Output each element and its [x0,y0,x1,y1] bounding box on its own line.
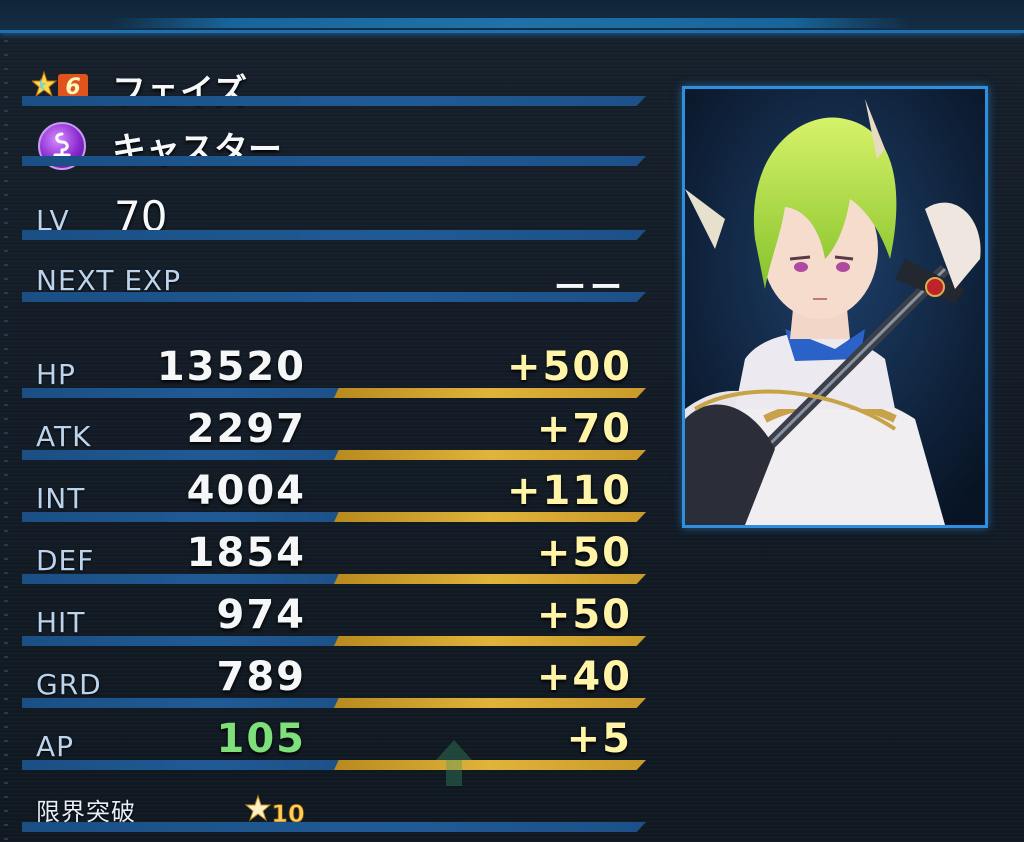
stat-row-int: INT 4004 +110 [0,468,660,524]
limit-break-underline [22,822,646,832]
stat-bonus: +70 [536,406,632,452]
stat-label: GRD [36,668,102,701]
stat-value: 4004 [186,468,306,514]
character-portrait [682,86,988,528]
top-frame-bar [0,0,1024,33]
stat-row-def: DEF 1854 +50 [0,530,660,586]
limit-break-row: 限界突破 10 [0,786,660,832]
stat-bonus: +40 [536,654,632,700]
name-underline [22,96,646,106]
stat-label: HIT [36,606,86,639]
stat-bonus: +500 [506,344,632,390]
stat-bonus: +50 [536,530,632,576]
level-row: LV 70 [0,190,660,246]
stat-row-atk: ATK 2297 +70 [0,406,660,462]
stat-label: AP [36,730,75,763]
stat-value: 2297 [186,406,306,452]
top-frame-glow [110,18,910,28]
next-exp-underline [22,292,646,302]
up-arrow-icon [436,740,472,786]
stat-row-hit: HIT 974 +50 [0,592,660,648]
stat-bonus: +50 [536,592,632,638]
stat-label: HP [36,358,76,391]
stat-label: ATK [36,420,92,453]
class-row: キャスター [0,118,660,172]
stat-value: 789 [216,654,306,700]
stat-label: DEF [36,544,95,577]
stat-label: INT [36,482,86,515]
stat-value: 105 [216,716,306,762]
next-exp-row: NEXT EXP ーー [0,262,660,312]
stat-value: 13520 [156,344,306,390]
name-row: 6 フェイズ [0,60,660,112]
stat-value: 1854 [186,530,306,576]
stat-row-hp: HP 13520 +500 [0,344,660,400]
class-underline [22,156,646,166]
level-underline [22,230,646,240]
stat-row-ap: AP 105 +5 [0,716,660,772]
stat-row-grd: GRD 789 +40 [0,654,660,710]
stat-bonus: +110 [506,468,632,514]
portrait-illustration [685,89,985,525]
limit-break-label: 限界突破 [36,798,136,826]
stat-value: 974 [216,592,306,638]
